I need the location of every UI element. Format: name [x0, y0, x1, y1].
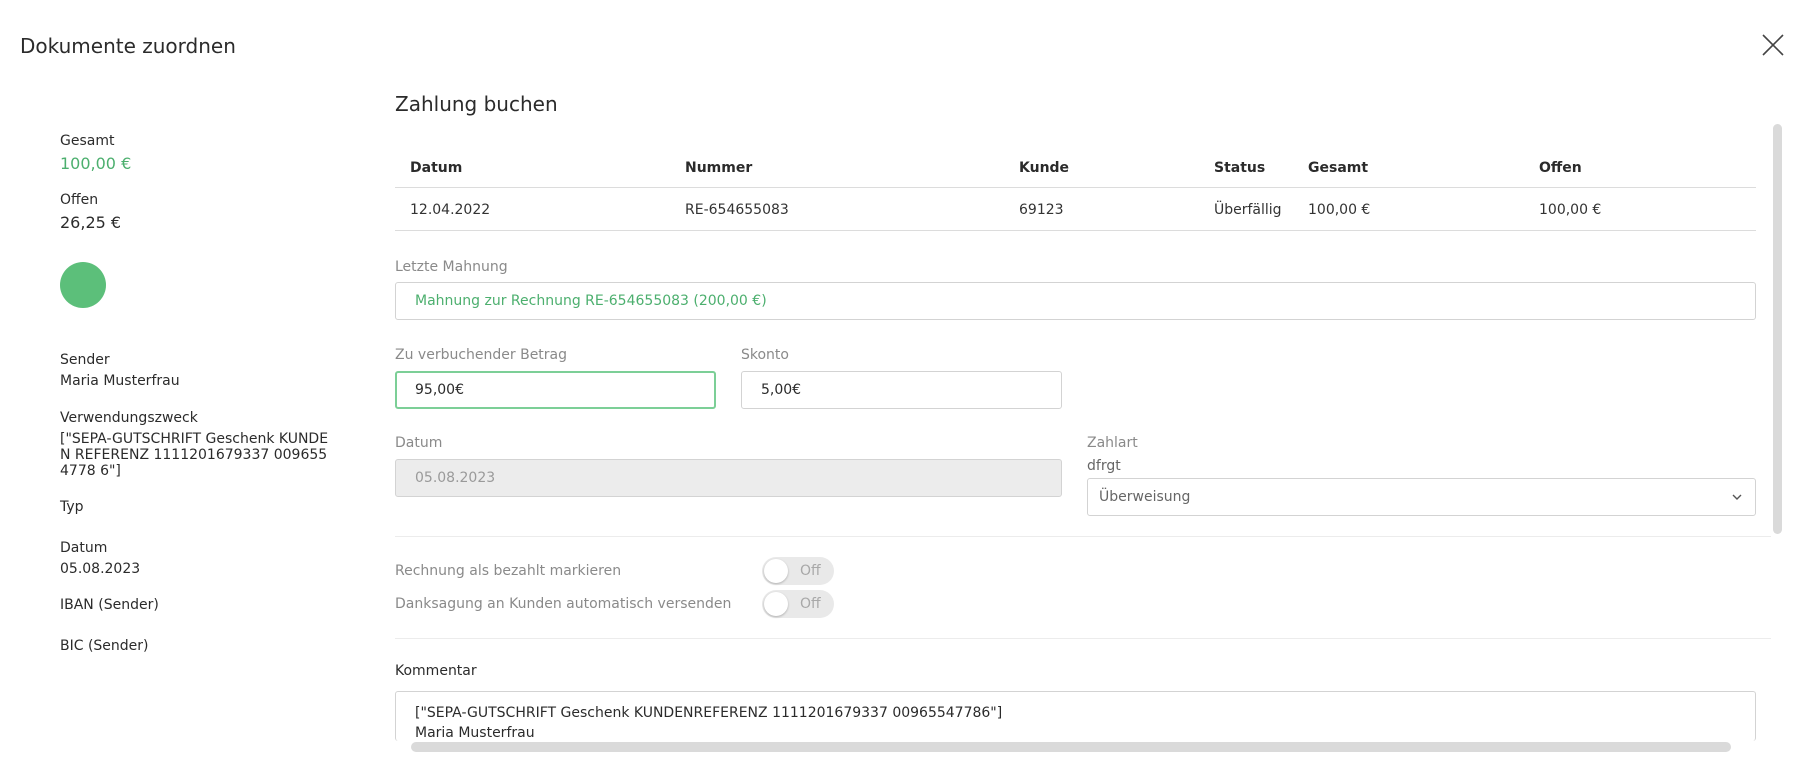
table-row[interactable]: 12.04.2022 RE-654655083 69123 Überfällig…	[395, 188, 1756, 231]
column-header-nummer[interactable]: Nummer	[685, 148, 752, 188]
cell-kunde: 69123	[1019, 202, 1064, 218]
total-label: Gesamt	[60, 133, 115, 149]
cell-gesamt: 100,00 €	[1308, 202, 1371, 218]
toggle-knob	[764, 592, 788, 616]
comment-textarea[interactable]: ["SEPA-GUTSCHRIFT Geschenk KUNDENREFEREN…	[395, 691, 1756, 741]
horizontal-scrollbar[interactable]	[411, 742, 1731, 752]
close-button[interactable]	[1762, 34, 1784, 56]
discount-label: Skonto	[741, 347, 789, 363]
booking-date-input: 05.08.2023	[395, 459, 1062, 497]
sender-value: Maria Musterfrau	[60, 373, 180, 389]
payment-method-value: Überweisung	[1099, 489, 1191, 505]
column-header-gesamt[interactable]: Gesamt	[1308, 148, 1368, 188]
open-label: Offen	[60, 192, 99, 208]
bic-label: BIC (Sender)	[60, 638, 149, 654]
toggle-state: Off	[800, 596, 821, 612]
cell-offen: 100,00 €	[1539, 202, 1602, 218]
total-value: 100,00 €	[60, 154, 132, 173]
purpose-label: Verwendungszweck	[60, 410, 198, 426]
table-header: Datum Nummer Kunde Status Gesamt Offen	[395, 148, 1756, 188]
date-label: Datum	[60, 540, 108, 556]
iban-label: IBAN (Sender)	[60, 597, 159, 613]
open-value: 26,25 €	[60, 213, 122, 232]
discount-input[interactable]: 5,00€	[741, 371, 1062, 409]
last-reminder-label: Letzte Mahnung	[395, 259, 508, 275]
sender-label: Sender	[60, 352, 110, 368]
close-icon	[1762, 34, 1784, 56]
date-value: 05.08.2023	[60, 561, 141, 577]
column-header-offen[interactable]: Offen	[1539, 148, 1582, 188]
payment-method-select[interactable]: Überweisung	[1087, 478, 1756, 516]
comment-line: ["SEPA-GUTSCHRIFT Geschenk KUNDENREFEREN…	[415, 705, 1003, 721]
divider	[395, 536, 1771, 537]
amount-label: Zu verbuchender Betrag	[395, 347, 568, 363]
status-indicator	[60, 262, 106, 308]
payment-method-sublabel: dfrgt	[1087, 458, 1121, 474]
column-header-status[interactable]: Status	[1214, 148, 1265, 188]
booking-date-label: Datum	[395, 435, 443, 451]
vertical-scrollbar[interactable]	[1773, 124, 1782, 534]
divider	[395, 638, 1771, 639]
last-reminder-field[interactable]: Mahnung zur Rechnung RE-654655083 (200,0…	[395, 282, 1756, 320]
comment-label: Kommentar	[395, 663, 477, 679]
cell-status: Überfällig	[1214, 202, 1282, 218]
chevron-down-icon	[1732, 494, 1742, 500]
comment-line: Maria Musterfrau	[415, 725, 535, 741]
cell-datum: 12.04.2022	[410, 202, 491, 218]
toggle-state: Off	[800, 563, 821, 579]
toggle-knob	[764, 559, 788, 583]
modal-title: Dokumente zuordnen	[20, 34, 236, 58]
payment-method-label: Zahlart	[1087, 435, 1138, 451]
type-label: Typ	[60, 499, 84, 515]
invoice-table: Datum Nummer Kunde Status Gesamt Offen 1…	[395, 148, 1756, 231]
mark-paid-label: Rechnung als bezahlt markieren	[395, 563, 622, 579]
amount-input[interactable]: 95,00€	[395, 371, 716, 409]
cell-nummer: RE-654655083	[685, 202, 789, 218]
send-thanks-toggle[interactable]: Off	[762, 590, 834, 618]
send-thanks-label: Danksagung an Kunden automatisch versend…	[395, 596, 732, 612]
section-title: Zahlung buchen	[395, 92, 558, 116]
column-header-datum[interactable]: Datum	[410, 148, 462, 188]
column-header-kunde[interactable]: Kunde	[1019, 148, 1069, 188]
purpose-value: ["SEPA-GUTSCHRIFT Geschenk KUNDEN REFERE…	[60, 431, 329, 479]
mark-paid-toggle[interactable]: Off	[762, 557, 834, 585]
